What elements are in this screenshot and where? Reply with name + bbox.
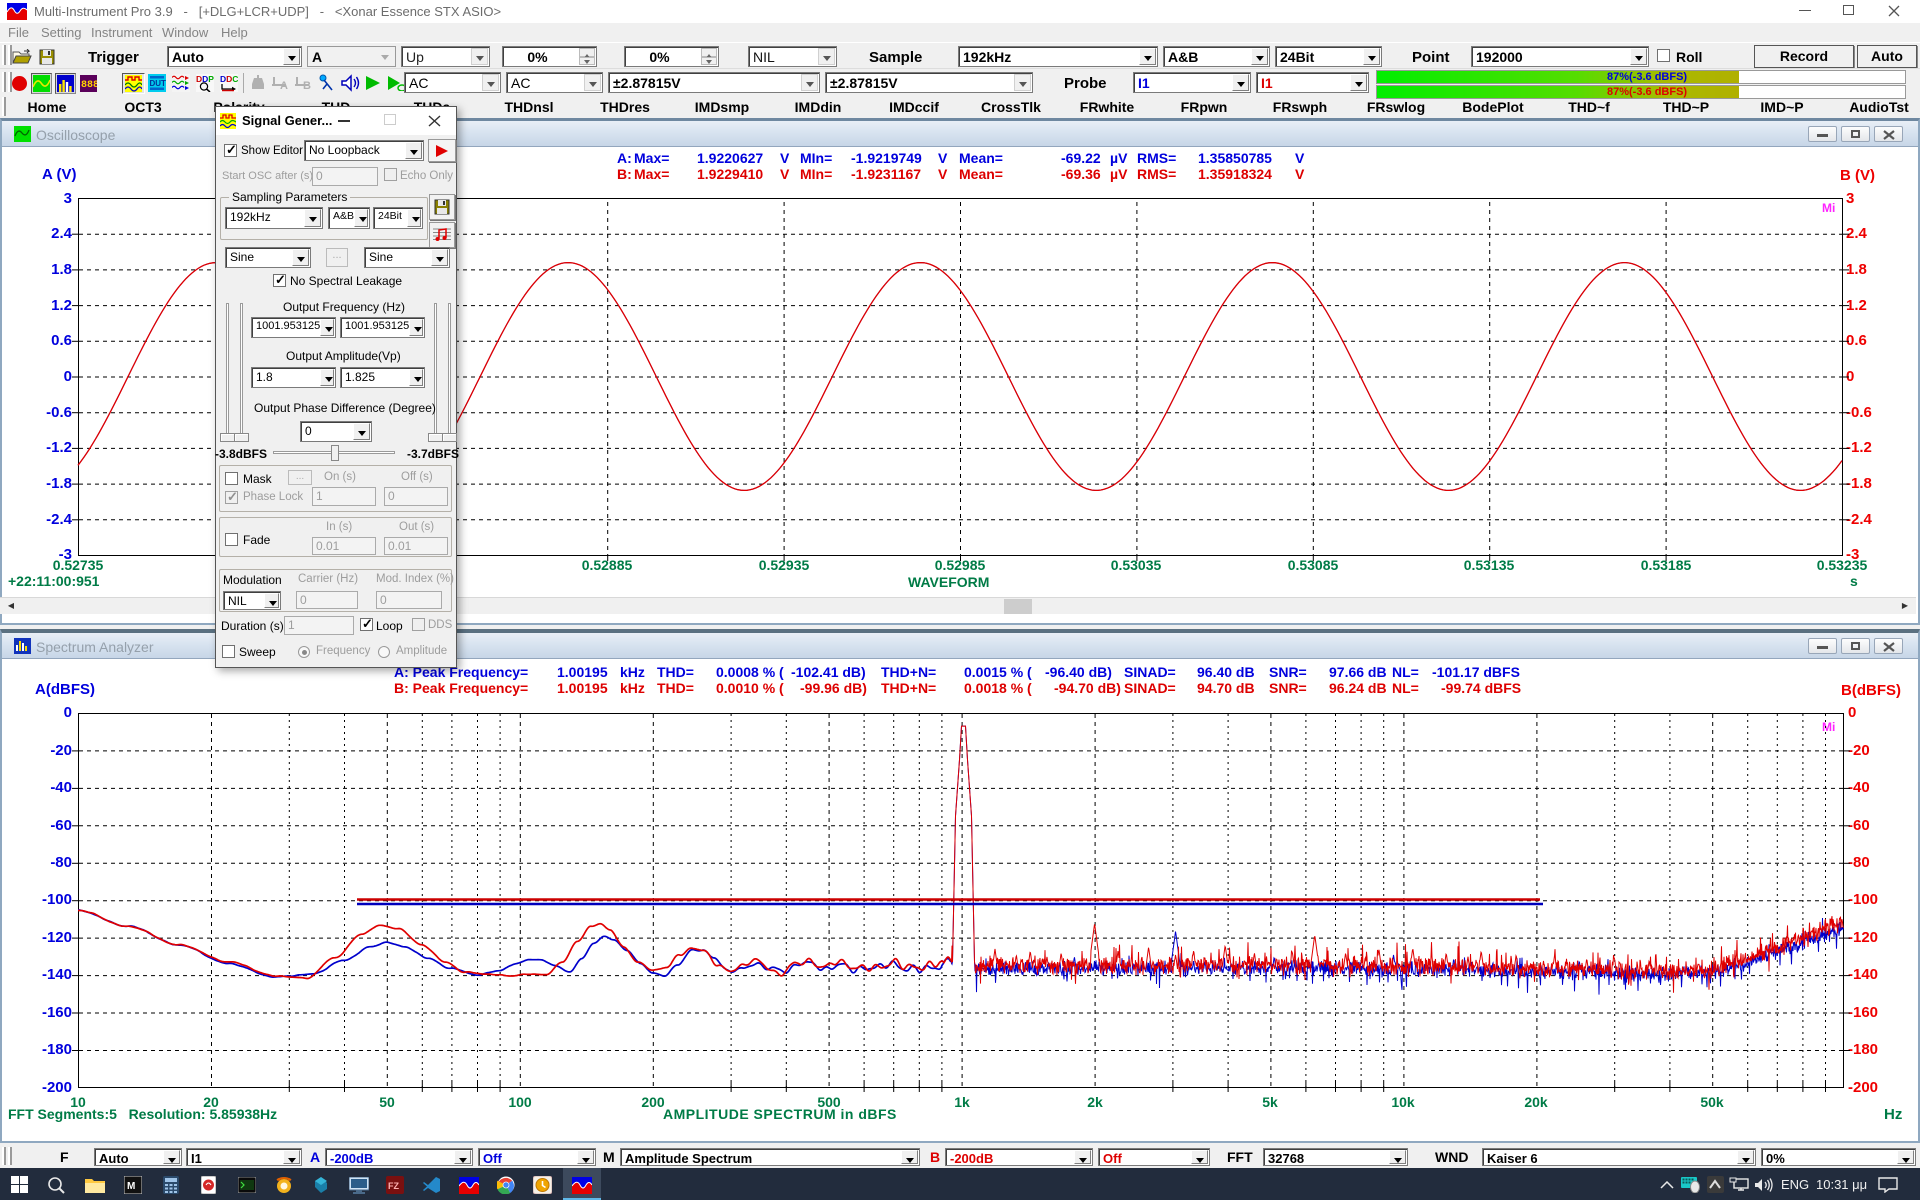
svg-text:B: B [303,80,311,92]
svg-text:M: M [127,1181,135,1192]
svg-text:FZ: FZ [388,1181,399,1191]
svg-text:DUT: DUT [150,79,167,88]
svg-text:888: 888 [81,80,97,91]
svg-text:DDC: DDC [220,74,238,84]
svg-text:A: A [280,80,288,92]
